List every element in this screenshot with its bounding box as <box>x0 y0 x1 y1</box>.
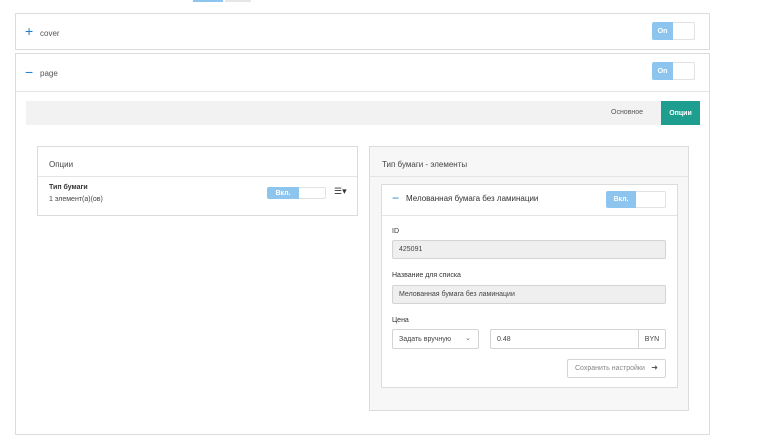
id-label: ID <box>392 228 399 235</box>
currency-addon: BYN <box>638 329 666 349</box>
id-field[interactable]: 425091 <box>392 240 666 259</box>
elements-panel: Тип бумаги - элементы − Мелованная бумаг… <box>369 146 689 411</box>
section-title: page <box>40 69 58 78</box>
save-settings-label: Сохранить настройки <box>575 365 645 372</box>
save-settings-button[interactable]: Сохранить настройки ➜ <box>567 359 666 378</box>
section-page: − page On Основное Опции Опции Тип бумаг… <box>15 53 710 435</box>
tab-options[interactable]: Опции <box>661 101 700 125</box>
currency-label: BYN <box>644 335 660 343</box>
divider <box>382 215 677 216</box>
top-tab-remnant-2 <box>225 0 251 2</box>
divider <box>16 91 709 92</box>
element-card: − Мелованная бумага без ламинации Вкл. I… <box>381 184 678 388</box>
collapse-icon[interactable]: − <box>392 192 399 204</box>
price-value-field[interactable]: 0.48 <box>490 329 638 349</box>
list-name-field[interactable]: Мелованная бумага без ламинации <box>392 285 666 304</box>
menu-icon[interactable]: ☰▾ <box>334 187 347 196</box>
elements-panel-title: Тип бумаги - элементы <box>382 160 468 169</box>
chevron-down-icon: ⌄ <box>465 335 471 342</box>
section-title: cover <box>40 29 60 38</box>
collapse-icon[interactable]: − <box>25 65 33 79</box>
tab-basic[interactable]: Основное <box>611 109 643 116</box>
arrow-right-icon: ➜ <box>651 363 658 372</box>
price-label: Цена <box>392 317 409 324</box>
section-cover[interactable]: + cover On <box>15 13 710 50</box>
top-tab-remnant <box>193 0 223 2</box>
price-mode-value: Задать вручную <box>399 335 452 343</box>
option-item-title: Тип бумаги <box>49 184 88 191</box>
options-panel: Опции Тип бумаги 1 элемент(а)(ов) Вкл. ☰… <box>37 146 358 216</box>
option-item-count: 1 элемент(а)(ов) <box>49 196 103 203</box>
element-toggle[interactable]: Вкл. <box>606 191 666 208</box>
options-panel-title: Опции <box>49 160 74 169</box>
divider <box>370 176 688 177</box>
section-toggle[interactable]: On <box>652 22 695 40</box>
option-item-toggle[interactable]: Вкл. <box>267 187 326 199</box>
element-title: Мелованная бумага без ламинации <box>406 194 539 203</box>
section-toggle[interactable]: On <box>652 62 695 80</box>
divider <box>38 176 357 177</box>
list-name-label: Название для списка <box>392 272 461 279</box>
price-mode-select[interactable]: Задать вручную ⌄ <box>392 329 479 349</box>
expand-icon[interactable]: + <box>25 24 33 38</box>
tab-bar: Основное Опции <box>26 101 700 125</box>
